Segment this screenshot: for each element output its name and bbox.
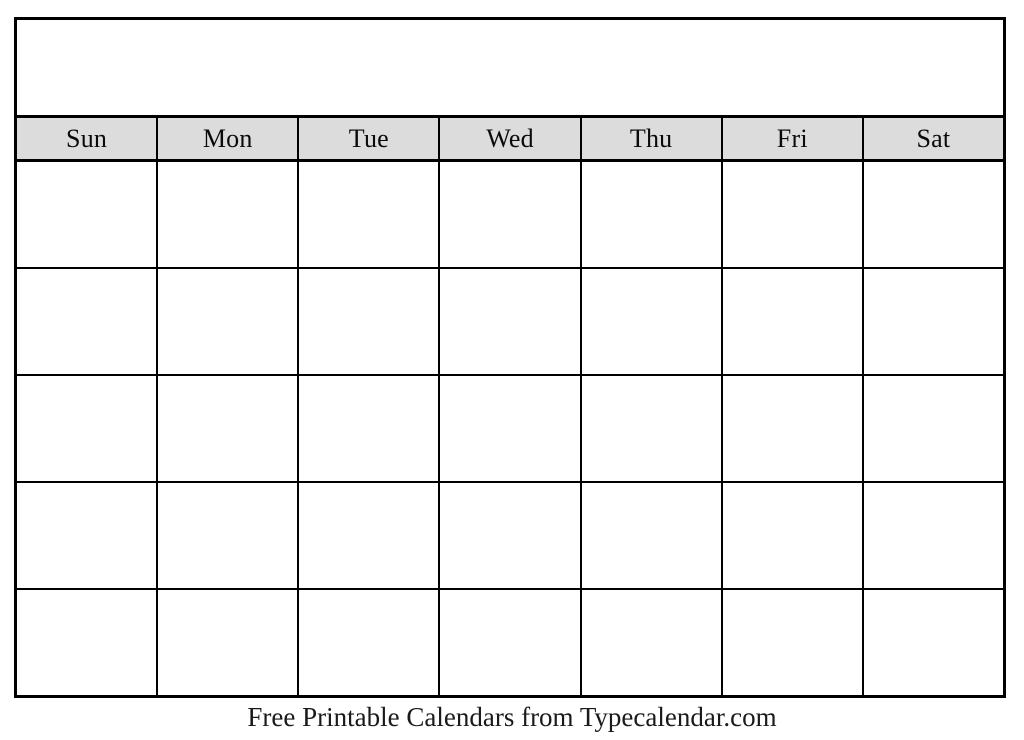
day-cell[interactable] — [299, 376, 441, 481]
day-cell[interactable] — [581, 376, 723, 481]
weekday-header-sun: Sun — [17, 118, 159, 159]
week-row — [17, 590, 1003, 695]
day-cell[interactable] — [158, 590, 300, 695]
day-cell[interactable] — [440, 162, 582, 267]
weekday-header-wed: Wed — [440, 118, 582, 159]
day-cell[interactable] — [863, 590, 1003, 695]
day-cell[interactable] — [863, 269, 1003, 374]
weekday-label: Sun — [66, 123, 108, 153]
weekday-header-fri: Fri — [722, 118, 864, 159]
weekday-header-mon: Mon — [158, 118, 300, 159]
day-cell[interactable] — [158, 162, 300, 267]
week-row — [17, 162, 1003, 269]
day-cell[interactable] — [440, 269, 582, 374]
day-cell[interactable] — [722, 590, 864, 695]
weekday-label: Thu — [629, 123, 673, 153]
day-cell[interactable] — [17, 162, 159, 267]
day-cell[interactable] — [17, 483, 159, 588]
day-cell[interactable] — [863, 162, 1003, 267]
day-cell[interactable] — [581, 590, 723, 695]
weekday-header-sat: Sat — [863, 118, 1003, 159]
day-cell[interactable] — [440, 590, 582, 695]
weekday-label: Wed — [486, 123, 534, 153]
day-grid — [17, 162, 1003, 695]
weekday-label: Mon — [202, 123, 253, 153]
day-cell[interactable] — [581, 162, 723, 267]
day-cell[interactable] — [722, 162, 864, 267]
day-cell[interactable] — [581, 269, 723, 374]
day-cell[interactable] — [158, 269, 300, 374]
day-cell[interactable] — [440, 483, 582, 588]
day-cell[interactable] — [158, 483, 300, 588]
weekday-label: Sat — [916, 123, 951, 153]
day-cell[interactable] — [722, 483, 864, 588]
weekday-header-row: Sun Mon Tue Wed Thu Fri Sat — [17, 118, 1003, 162]
calendar-page: Sun Mon Tue Wed Thu Fri Sat Free Printab… — [0, 0, 1024, 740]
day-cell[interactable] — [17, 376, 159, 481]
day-cell[interactable] — [17, 590, 159, 695]
day-cell[interactable] — [299, 162, 441, 267]
calendar-title-band[interactable] — [17, 20, 1003, 118]
weekday-header-tue: Tue — [299, 118, 441, 159]
day-cell[interactable] — [17, 269, 159, 374]
weekday-header-thu: Thu — [581, 118, 723, 159]
week-row — [17, 483, 1003, 590]
weekday-label: Fri — [776, 123, 808, 153]
day-cell[interactable] — [581, 483, 723, 588]
week-row — [17, 269, 1003, 376]
day-cell[interactable] — [440, 376, 582, 481]
day-cell[interactable] — [722, 269, 864, 374]
day-cell[interactable] — [158, 376, 300, 481]
day-cell[interactable] — [863, 376, 1003, 481]
week-row — [17, 376, 1003, 483]
footer-credit: Free Printable Calendars from Typecalend… — [247, 702, 777, 732]
calendar-frame: Sun Mon Tue Wed Thu Fri Sat — [14, 17, 1006, 698]
day-cell[interactable] — [722, 376, 864, 481]
day-cell[interactable] — [863, 483, 1003, 588]
day-cell[interactable] — [299, 483, 441, 588]
day-cell[interactable] — [299, 590, 441, 695]
weekday-label: Tue — [348, 123, 389, 153]
day-cell[interactable] — [299, 269, 441, 374]
